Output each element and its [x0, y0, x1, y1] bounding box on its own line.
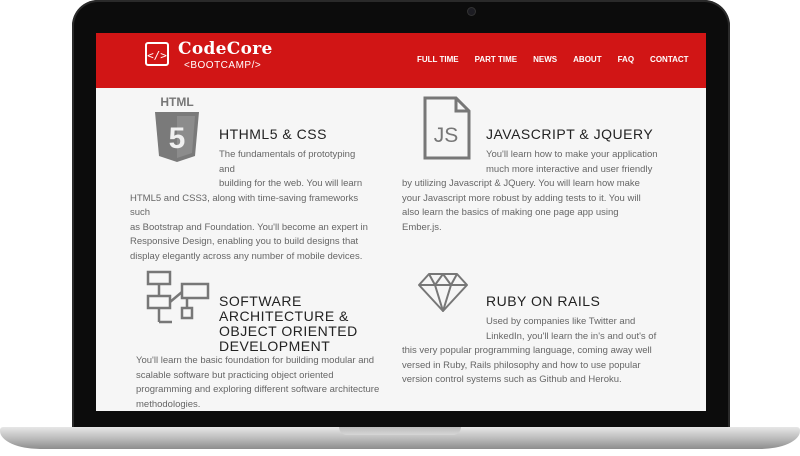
text-line: LinkedIn, you'll learn the in's and out'… — [486, 330, 657, 342]
text-line: methodologies. — [136, 398, 201, 410]
text-line: this very popular programming language, … — [402, 345, 652, 356]
text-line: Responsive Design, enabling you to build… — [130, 236, 359, 247]
text-line: building for the web. You will learn — [219, 178, 363, 189]
text-line: HTML5 and CSS3, along with time-saving f… — [130, 192, 359, 219]
title-line: SOFTWARE — [219, 293, 302, 309]
title-line: ARCHITECTURE & — [219, 308, 349, 324]
nav-part-time[interactable]: PART TIME — [475, 55, 518, 64]
camera — [468, 8, 475, 15]
text-line: Ember.js. — [402, 221, 442, 233]
text-line: version control systems such as Github a… — [402, 374, 622, 385]
nav-contact[interactable]: CONTACT — [650, 55, 689, 64]
section-text-javascript: You'll learn how to make your applicatio… — [402, 148, 702, 235]
title-line: OBJECT ORIENTED — [219, 323, 358, 339]
laptop-mockup: </> CodeCore <BOOTCAMP/> FULL TIME PART … — [0, 0, 800, 456]
text-line: programming and exploring different soft… — [136, 384, 380, 395]
code-logo-icon[interactable]: </> — [145, 42, 169, 66]
text-line: versed in Ruby, Rails philosophy and how… — [402, 359, 641, 371]
laptop-notch — [339, 427, 461, 435]
text-line: You'll learn the basic foundation for bu… — [136, 355, 375, 366]
section-title-html5: HTHML5 & CSS — [219, 126, 327, 142]
nav-news[interactable]: NEWS — [533, 55, 557, 64]
nav-about[interactable]: ABOUT — [573, 55, 601, 64]
text-line: You'll learn how to make your applicatio… — [486, 149, 658, 160]
brand-tagline: <BOOTCAMP/> — [184, 60, 262, 71]
title-line: DEVELOPMENT — [219, 338, 331, 354]
text-line: by utilizing Javascript & JQuery. You wi… — [402, 178, 640, 189]
section-title-javascript: JAVASCRIPT & JQUERY — [486, 126, 654, 142]
nav-faq[interactable]: FAQ — [618, 55, 634, 64]
text-line: much more interactive and user friendly — [486, 163, 653, 175]
section-text-ruby: Used by companies like Twitter and Linke… — [402, 315, 702, 388]
main-menu: FULL TIME PART TIME NEWS ABOUT FAQ CONTA… — [417, 55, 705, 64]
section-text-html5: The fundamentals of prototyping and buil… — [130, 148, 370, 264]
text-line: Used by companies like Twitter and — [486, 316, 636, 327]
javascript-icon-glyph: JS — [434, 124, 459, 147]
text-line: as Bootstrap and Foundation. You'll beco… — [130, 221, 368, 233]
section-title-architecture: SOFTWARE ARCHITECTURE & OBJECT ORIENTED … — [219, 294, 358, 354]
text-line: scalable software but practicing object … — [136, 369, 334, 381]
text-line: display elegantly across any number of m… — [130, 250, 363, 262]
text-line: your Javascript more robust by adding te… — [402, 192, 641, 204]
ruby-gem-icon — [418, 273, 468, 312]
website-screen: </> CodeCore <BOOTCAMP/> FULL TIME PART … — [96, 33, 706, 411]
top-navbar: </> CodeCore <BOOTCAMP/> FULL TIME PART … — [96, 33, 706, 88]
text-line: also learn the basics of making one page… — [402, 207, 619, 218]
html5-icon-label: HTML — [160, 95, 193, 109]
brand-name[interactable]: CodeCore — [178, 39, 273, 59]
nav-full-time[interactable]: FULL TIME — [417, 55, 459, 64]
section-title-ruby: RUBY ON RAILS — [486, 293, 601, 309]
flowchart-icon — [146, 270, 210, 324]
text-line: The fundamentals of prototyping and — [219, 149, 356, 175]
section-text-architecture: You'll learn the basic foundation for bu… — [136, 354, 396, 411]
